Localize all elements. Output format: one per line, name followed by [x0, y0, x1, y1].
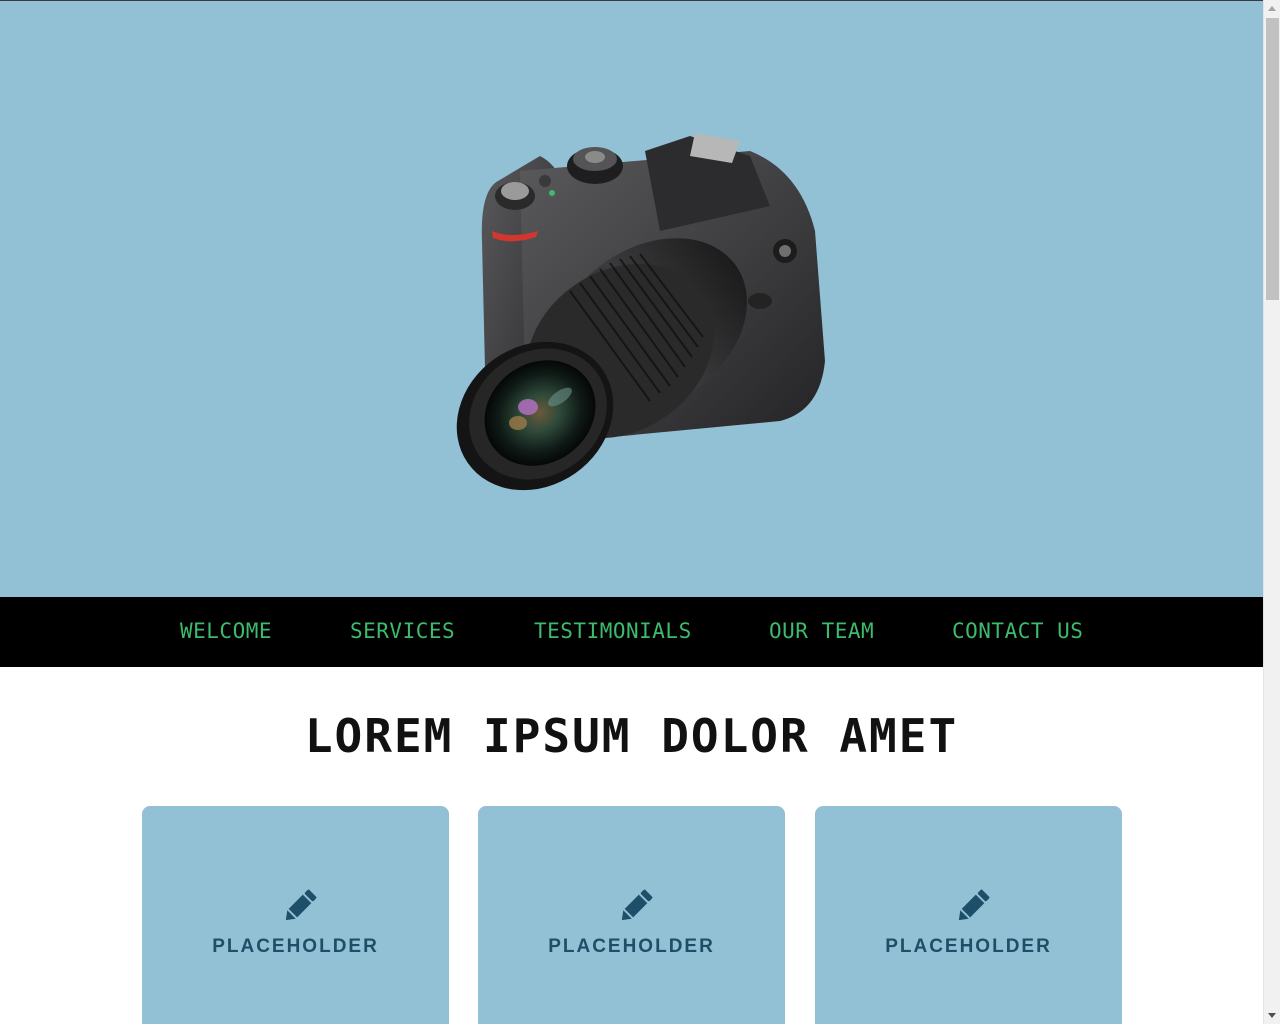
pencil-icon — [621, 889, 653, 921]
pencil-icon — [285, 889, 317, 921]
nav-item-welcome[interactable]: WELCOME — [180, 619, 272, 643]
nav-item-testimonials[interactable]: TESTIMONIALS — [534, 619, 692, 643]
card-label: PLACEHOLDER — [212, 936, 379, 957]
page: WELCOME SERVICES TESTIMONIALS OUR TEAM C… — [0, 0, 1263, 1024]
section-heading: LOREM IPSUM DOLOR AMET — [304, 709, 959, 763]
feature-card[interactable]: PLACEHOLDER — [815, 806, 1122, 1024]
camera-image — [456, 133, 825, 491]
scroll-up-icon[interactable] — [1268, 6, 1276, 11]
feature-card[interactable]: PLACEHOLDER — [478, 806, 785, 1024]
hero-banner — [0, 1, 1263, 597]
card-label: PLACEHOLDER — [885, 936, 1052, 957]
main-nav: WELCOME SERVICES TESTIMONIALS OUR TEAM C… — [0, 597, 1263, 667]
scroll-down-icon[interactable] — [1268, 1013, 1276, 1018]
nav-item-our-team[interactable]: OUR TEAM — [769, 619, 874, 643]
card-label: PLACEHOLDER — [548, 936, 715, 957]
scrollbar-thumb[interactable] — [1266, 18, 1279, 300]
nav-item-contact-us[interactable]: CONTACT US — [952, 619, 1083, 643]
vertical-scrollbar[interactable] — [1263, 0, 1280, 1024]
feature-card[interactable]: PLACEHOLDER — [142, 806, 449, 1024]
nav-item-services[interactable]: SERVICES — [350, 619, 455, 643]
pencil-icon — [958, 889, 990, 921]
